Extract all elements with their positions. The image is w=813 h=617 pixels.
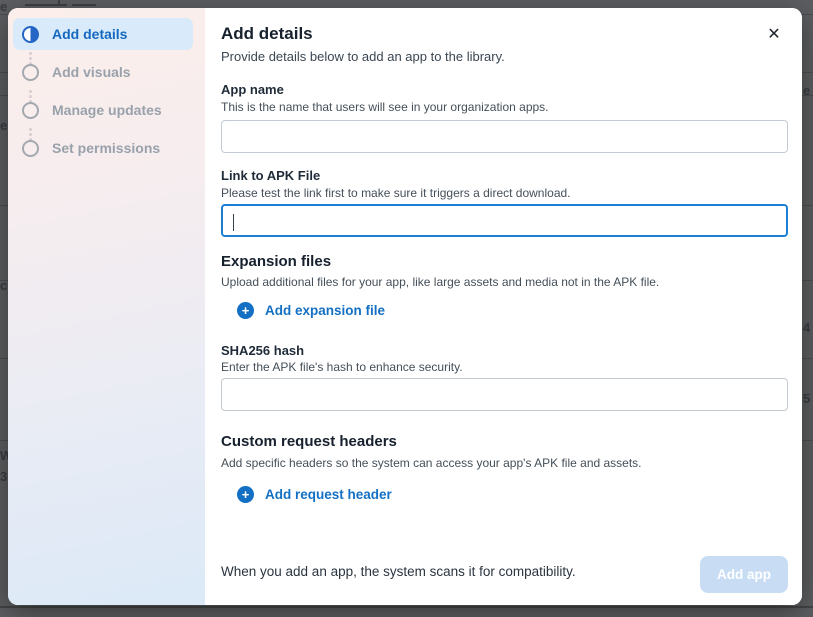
stepper-sidebar: Add details Add visuals Manage updates S… xyxy=(8,8,205,605)
step-label: Add details xyxy=(52,26,127,42)
step-add-details[interactable]: Add details xyxy=(13,18,193,50)
step-add-visuals[interactable]: Add visuals xyxy=(13,56,193,88)
step-label: Manage updates xyxy=(52,102,162,118)
step-empty-circle-icon xyxy=(22,140,39,157)
text-caret xyxy=(233,214,234,231)
sha256-input[interactable] xyxy=(221,378,788,411)
add-request-header-label: Add request header xyxy=(265,487,392,502)
backdrop-fragment: 4 xyxy=(803,321,810,334)
request-headers-helper: Add specific headers so the system can a… xyxy=(221,456,788,470)
app-name-input[interactable] xyxy=(221,120,788,153)
backdrop-artifact xyxy=(58,0,60,6)
backdrop-fragment: 3 xyxy=(0,470,7,483)
app-name-helper: This is the name that users will see in … xyxy=(221,100,788,114)
step-empty-circle-icon xyxy=(22,64,39,81)
step-manage-updates[interactable]: Manage updates xyxy=(13,94,193,126)
backdrop-artifact xyxy=(72,4,96,6)
plus-circle-icon: + xyxy=(237,486,254,503)
backdrop-fragment: e xyxy=(0,0,7,13)
add-app-dialog: Add details Add visuals Manage updates S… xyxy=(8,8,802,605)
dialog-title: Add details xyxy=(221,24,788,44)
plus-circle-icon: + xyxy=(237,302,254,319)
close-icon[interactable]: ✕ xyxy=(764,25,784,45)
step-set-permissions[interactable]: Set permissions xyxy=(13,132,193,164)
step-label: Add visuals xyxy=(52,64,131,80)
step-empty-circle-icon xyxy=(22,102,39,119)
sha256-label: SHA256 hash xyxy=(221,343,788,358)
app-name-label: App name xyxy=(221,82,788,97)
expansion-files-title: Expansion files xyxy=(221,253,788,270)
apk-link-label: Link to APK File xyxy=(221,168,788,183)
add-app-button[interactable]: Add app xyxy=(700,556,788,593)
sha256-helper: Enter the APK file's hash to enhance sec… xyxy=(221,360,788,374)
expansion-files-helper: Upload additional files for your app, li… xyxy=(221,275,788,289)
step-label: Set permissions xyxy=(52,140,160,156)
backdrop-fragment: 5 xyxy=(803,392,810,405)
request-headers-title: Custom request headers xyxy=(221,433,788,450)
add-request-header-button[interactable]: + Add request header xyxy=(237,486,392,503)
step-active-progress-icon xyxy=(22,26,39,43)
backdrop-fragment: e xyxy=(803,84,810,97)
dialog-content: Add details Provide details below to add… xyxy=(205,8,802,605)
apk-link-input[interactable] xyxy=(221,204,788,237)
add-expansion-file-button[interactable]: + Add expansion file xyxy=(237,302,385,319)
dialog-subtitle: Provide details below to add an app to t… xyxy=(221,49,788,64)
add-expansion-file-label: Add expansion file xyxy=(265,303,385,318)
backdrop-row-divider xyxy=(0,606,813,608)
backdrop-fragment: c xyxy=(0,279,7,292)
apk-link-helper: Please test the link first to make sure … xyxy=(221,186,788,200)
backdrop-artifact xyxy=(25,4,67,6)
